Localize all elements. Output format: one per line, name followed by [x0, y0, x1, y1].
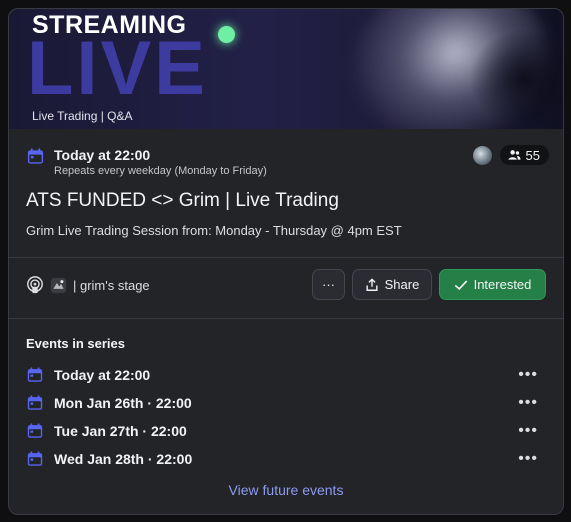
server-icon — [50, 277, 67, 293]
interested-count: 55 — [525, 147, 540, 163]
calendar-icon — [27, 148, 44, 164]
event-banner: STREAMING LIVE Live Trading | Q&A — [9, 9, 563, 129]
event-time: Today at 22:00 — [54, 147, 151, 163]
banner-title-big: LIVE — [27, 26, 208, 111]
share-label: Share — [384, 277, 420, 292]
series-item-more-button[interactable]: ••• — [518, 450, 538, 468]
stage-icon — [27, 276, 43, 294]
event-description: Grim Live Trading Session from: Monday -… — [26, 223, 402, 238]
calendar-icon — [27, 367, 43, 382]
series-heading: Events in series — [26, 336, 125, 351]
calendar-icon — [27, 395, 43, 410]
check-icon — [454, 280, 467, 290]
attendees[interactable]: 55 — [472, 145, 549, 165]
interested-count-badge[interactable]: 55 — [499, 145, 549, 165]
series-item[interactable]: Tue Jan 27th · 22:00 ••• — [26, 422, 546, 442]
share-button[interactable]: Share — [352, 269, 432, 300]
calendar-icon — [27, 451, 43, 466]
more-options-button[interactable]: ··· — [312, 269, 345, 300]
series-item-label: Mon Jan 26th · 22:00 — [54, 395, 192, 411]
interested-label: Interested — [473, 277, 532, 292]
event-location[interactable]: | grim's stage — [26, 276, 150, 294]
location-label: | grim's stage — [73, 277, 150, 293]
event-card: STREAMING LIVE Live Trading | Q&A Today … — [8, 8, 564, 515]
event-title: ATS FUNDED <> Grim | Live Trading — [26, 190, 339, 211]
calendar-icon — [27, 423, 43, 438]
series-item-more-button[interactable]: ••• — [518, 422, 538, 440]
series-item[interactable]: Wed Jan 28th · 22:00 ••• — [26, 450, 546, 470]
avatar[interactable] — [472, 145, 492, 165]
view-future-events-link[interactable]: View future events — [9, 482, 563, 498]
series-item-more-button[interactable]: ••• — [518, 394, 538, 412]
series-item-label: Today at 22:00 — [54, 367, 151, 383]
event-header: Today at 22:00 Repeats every weekday (Mo… — [26, 145, 549, 179]
interested-button[interactable]: Interested — [439, 269, 546, 300]
share-icon — [366, 277, 378, 291]
series-item-label: Tue Jan 27th · 22:00 — [54, 423, 187, 439]
series-item[interactable]: Mon Jan 26th · 22:00 ••• — [26, 394, 546, 414]
banner-subtitle: Live Trading | Q&A — [32, 109, 133, 123]
series-item[interactable]: Today at 22:00 ••• — [26, 366, 546, 386]
series-item-label: Wed Jan 28th · 22:00 — [54, 451, 193, 467]
live-dot-icon — [218, 26, 235, 43]
event-repeat: Repeats every weekday (Monday to Friday) — [54, 165, 267, 177]
divider — [9, 318, 563, 319]
divider — [9, 257, 563, 258]
people-icon — [507, 150, 521, 160]
series-item-more-button[interactable]: ••• — [518, 366, 538, 384]
more-options-label: ··· — [322, 277, 335, 292]
